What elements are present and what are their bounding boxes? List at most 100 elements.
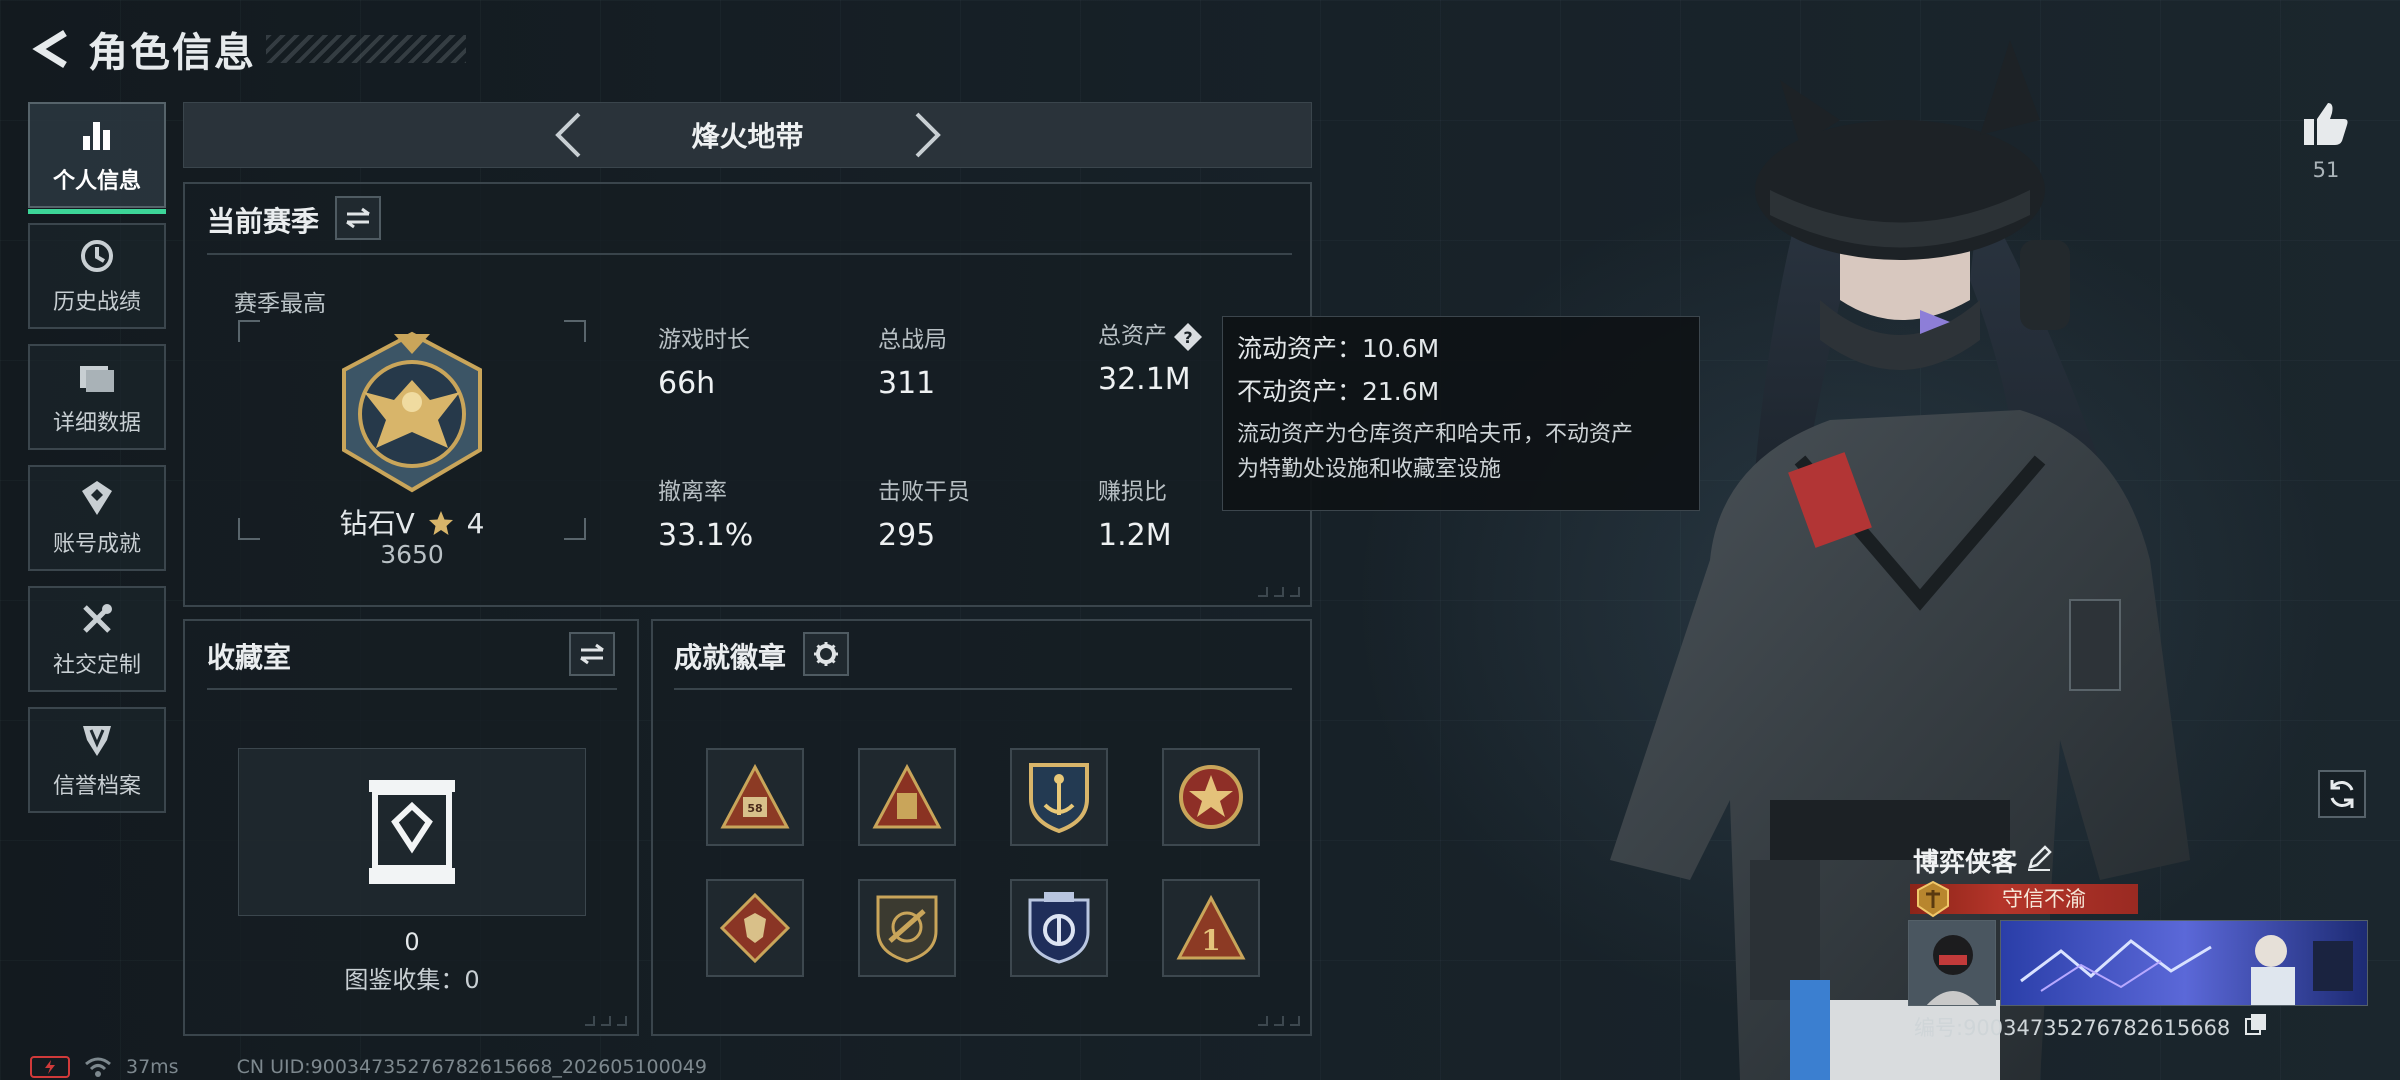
refresh-icon [2330, 780, 2354, 808]
sidebar-item-social-custom[interactable]: 社交定制 [28, 586, 166, 692]
stat-total-matches: 总战局 311 [878, 320, 947, 401]
sidebar-item-detailed-data[interactable]: 详细数据 [28, 344, 166, 450]
rank-score: 3650 [380, 540, 444, 569]
player-id: 编号:9003473527678261566​8 [1914, 1016, 2231, 1040]
diamond-wolf-badge-icon [719, 892, 791, 964]
achievements-title: 成就徽章 [674, 641, 787, 674]
stat-profit-ratio: 赚损比 1.2M [1098, 472, 1172, 553]
stat-label-row: 总资产? [1098, 316, 1203, 352]
achievement-icon [77, 478, 117, 518]
badge-diamond-wolf[interactable] [706, 879, 804, 977]
assets-tooltip: 流动资产：10.6M 不动资产：21.6M 流动资产为仓库资产和哈夫币，不动资产… [1222, 316, 1700, 511]
ping-value: 37ms [126, 1056, 179, 1078]
svg-text:58: 58 [747, 802, 762, 815]
avatar[interactable] [1908, 920, 1996, 1006]
copy-icon [2245, 1014, 2266, 1035]
corner-decoration [1258, 1016, 1300, 1026]
corner-decoration [585, 1016, 627, 1026]
triangle-badge-icon: 58 [720, 763, 790, 829]
collection-count: 0 [404, 928, 420, 956]
badge-triangle-58[interactable]: 58 [706, 748, 804, 846]
collection-title: 收藏室 [207, 641, 292, 674]
bar-chart-icon [77, 115, 117, 155]
stat-extract-rate: 撤离率 33.1% [658, 472, 753, 553]
divider [207, 688, 617, 690]
stat-label: 总战局 [878, 327, 947, 353]
svg-text:?: ? [1183, 328, 1192, 347]
rank-name-text: 钻石V [339, 507, 415, 540]
shield-blue-badge-icon [1028, 892, 1090, 964]
season-best-label: 赛季最高 [234, 291, 326, 317]
stat-label: 赚损比 [1098, 479, 1167, 505]
sidebar-item-achievements[interactable]: 账号成就 [28, 465, 166, 571]
round-star-badge-icon [1179, 765, 1243, 829]
sidebar-item-history[interactable]: 历史战绩 [28, 223, 166, 329]
folder-icon [77, 357, 117, 397]
badge-shield-anchor[interactable] [1010, 748, 1108, 846]
corner-decoration [1258, 587, 1300, 597]
stat-value: 1.2M [1098, 518, 1172, 553]
stat-value: 295 [878, 518, 936, 553]
badge-round-star[interactable] [1162, 748, 1260, 846]
like-count: 51 [2312, 158, 2340, 182]
player-title: 守信不渝 [2002, 887, 2086, 911]
like-button[interactable] [2298, 96, 2354, 152]
mode-prev-button[interactable] [538, 105, 598, 165]
badge-shield-blue[interactable] [1010, 879, 1108, 977]
uid-text: CN UID:9003473527678261566​8_20260510004… [236, 1056, 707, 1078]
triangle-case-badge-icon [872, 763, 942, 829]
collection-label: 图鉴收集：0 [344, 966, 480, 994]
rank-medal-icon [342, 331, 482, 493]
mode-next-button[interactable] [898, 105, 958, 165]
swap-icon [580, 643, 604, 665]
copy-id-button[interactable] [2244, 1012, 2270, 1038]
sidebar-item-personal-info[interactable]: 个人信息 [28, 102, 166, 214]
stat-operators-defeated: 击败干员 295 [878, 472, 970, 553]
help-icon[interactable]: ? [1173, 322, 1203, 352]
divider [674, 688, 1292, 690]
collection-switch-button[interactable] [569, 632, 615, 676]
pencil-icon [2028, 845, 2052, 871]
shield-anchor-badge-icon [1029, 763, 1089, 834]
star-icon [428, 511, 453, 535]
sidebar-item-credit-record[interactable]: 信誉档案 [28, 707, 166, 813]
swap-icon [346, 207, 370, 229]
stat-value: 311 [878, 366, 936, 401]
refresh-button[interactable] [2318, 770, 2366, 818]
tooltip-description-line2: 为特勤处设施和收藏室设施 [1237, 457, 1502, 482]
triangle-one-badge-icon: 1 [1176, 894, 1246, 960]
header-decoration [266, 35, 466, 63]
battery-icon [30, 1056, 70, 1078]
player-name: 博弈侠客 [1913, 848, 2018, 878]
sidebar-item-label: 信誉档案 [52, 774, 141, 799]
edit-name-button[interactable] [2024, 843, 2054, 873]
badge-triangle-1[interactable]: 1 [1162, 879, 1260, 977]
stat-label: 击败干员 [878, 479, 970, 505]
sidebar-item-label: 个人信息 [52, 169, 141, 194]
header: 角色信息 [28, 22, 466, 76]
stat-play-time: 游戏时长 66h [658, 320, 750, 401]
tooltip-liquid-assets: 流动资产：10.6M [1237, 334, 1440, 363]
badge-triangle-case[interactable] [858, 748, 956, 846]
mode-selector: 烽火地带 [183, 102, 1312, 168]
stat-label: 总资产 [1098, 323, 1167, 349]
stat-total-assets: 总资产? 32.1M [1098, 316, 1203, 397]
season-switch-button[interactable] [335, 196, 381, 240]
divider [207, 253, 1292, 255]
gear-icon [814, 642, 838, 666]
profile-banner-card[interactable] [2000, 920, 2368, 1006]
badge-shield-rifle[interactable] [858, 879, 956, 977]
rank-name: 钻石V 4 [236, 502, 588, 542]
avatar-image [1909, 921, 1995, 1005]
back-arrow-icon [32, 30, 67, 68]
achievements-settings-button[interactable] [803, 632, 849, 676]
clock-icon [77, 236, 117, 276]
back-button[interactable] [28, 27, 72, 71]
shield-icon [77, 720, 117, 760]
stat-label: 撤离率 [658, 479, 727, 505]
banner-image [2001, 921, 2367, 1005]
shield-rifle-badge-icon [876, 895, 938, 963]
sidebar: 个人信息 历史战绩 详细数据 账号成就 社交定制 信誉档案 [28, 102, 166, 828]
sidebar-item-label: 历史战绩 [52, 290, 141, 315]
status-bar: 37ms CN UID:9003473527678261566​8_202605… [30, 1054, 707, 1080]
